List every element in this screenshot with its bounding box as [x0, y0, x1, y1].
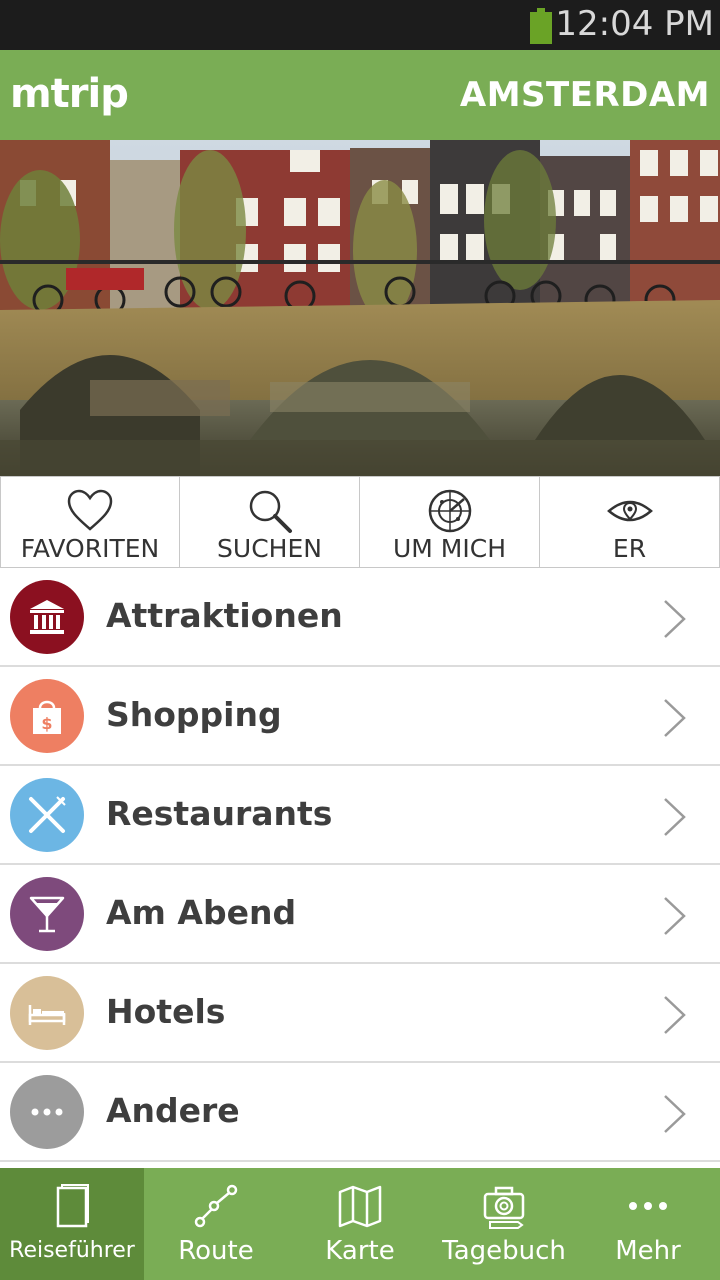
nav-more[interactable]: Mehr: [576, 1168, 720, 1280]
quick-favorites-button[interactable]: FAVORITEN: [0, 476, 180, 568]
quick-favorites-label: FAVORITEN: [20, 534, 160, 563]
chevron-right-icon: [664, 1095, 686, 1133]
bed-icon: [28, 1005, 66, 1025]
category-row-evening[interactable]: Am Abend: [0, 865, 720, 964]
category-row-shopping[interactable]: $ Shopping: [0, 667, 720, 766]
svg-text:$: $: [41, 714, 52, 733]
nav-diary-label: Tagebuch: [442, 1236, 566, 1266]
category-row-hotels[interactable]: Hotels: [0, 964, 720, 1063]
category-icon-badge: [10, 877, 84, 951]
nav-route[interactable]: Route: [144, 1168, 288, 1280]
nav-guidebook[interactable]: Reiseführer: [0, 1168, 144, 1280]
category-label: Andere: [106, 1091, 240, 1130]
chevron-right-icon: [664, 600, 686, 638]
map-icon: [338, 1185, 382, 1228]
hero-image: [0, 140, 720, 476]
museum-icon: [30, 600, 64, 634]
category-label: Shopping: [106, 695, 282, 734]
status-bar: 12:04 PM: [0, 0, 720, 50]
search-icon: [249, 490, 292, 533]
nav-guidebook-label: Reiseführer: [9, 1238, 135, 1263]
quick-search-label: SUCHEN: [217, 534, 322, 563]
radar-icon: [428, 489, 471, 533]
city-title[interactable]: AMSTERDAM: [460, 72, 710, 118]
nav-map-label: Karte: [325, 1236, 395, 1266]
chevron-right-icon: [664, 699, 686, 737]
category-icon-badge: [10, 580, 84, 654]
category-icon-badge: $: [10, 679, 84, 753]
category-icon-badge: [10, 1075, 84, 1149]
cutlery-icon: [29, 796, 66, 833]
category-label: Restaurants: [106, 794, 333, 833]
category-label: Hotels: [106, 992, 226, 1031]
category-icon-badge: [10, 976, 84, 1050]
app-header: mtrip AMSTERDAM: [0, 50, 720, 140]
battery-icon: [530, 8, 552, 44]
route-icon: [194, 1184, 238, 1228]
status-time: 12:04 PM: [555, 4, 714, 44]
category-row-attractions[interactable]: Attraktionen: [0, 568, 720, 667]
quick-search-button[interactable]: SUCHEN: [180, 476, 360, 568]
more-icon: [31, 1108, 63, 1116]
chevron-right-icon: [664, 897, 686, 935]
nav-diary[interactable]: Tagebuch: [432, 1168, 576, 1280]
more-dots-icon: [629, 1202, 667, 1210]
quick-around-me-label: UM MICH: [392, 534, 506, 563]
nav-route-label: Route: [178, 1236, 254, 1266]
nav-map[interactable]: Karte: [288, 1168, 432, 1280]
guidebook-icon: [56, 1184, 89, 1228]
cocktail-icon: [29, 896, 65, 933]
category-list: Attraktionen $ Shopping Restaurants Am A…: [0, 568, 720, 1162]
quick-actions: FAVORITEN SUCHEN UM MICH ER: [0, 476, 720, 568]
camera-icon: [483, 1186, 525, 1229]
chevron-right-icon: [664, 996, 686, 1034]
category-label: Attraktionen: [106, 596, 343, 635]
quick-discover-label: ER: [612, 534, 647, 563]
quick-around-me-button[interactable]: UM MICH: [360, 476, 540, 568]
category-label: Am Abend: [106, 893, 297, 932]
bottom-nav: Reiseführer Route Karte Tagebuch Mehr: [0, 1168, 720, 1280]
shopping-bag-icon: $: [33, 700, 61, 734]
quick-discover-button[interactable]: ER: [540, 476, 720, 568]
app-logo[interactable]: mtrip: [10, 68, 129, 120]
category-row-restaurants[interactable]: Restaurants: [0, 766, 720, 865]
category-icon-badge: [10, 778, 84, 852]
nav-more-label: Mehr: [615, 1236, 681, 1266]
category-row-other[interactable]: Andere: [0, 1063, 720, 1162]
heart-icon: [67, 489, 113, 531]
eye-icon: [606, 500, 653, 522]
chevron-right-icon: [664, 798, 686, 836]
